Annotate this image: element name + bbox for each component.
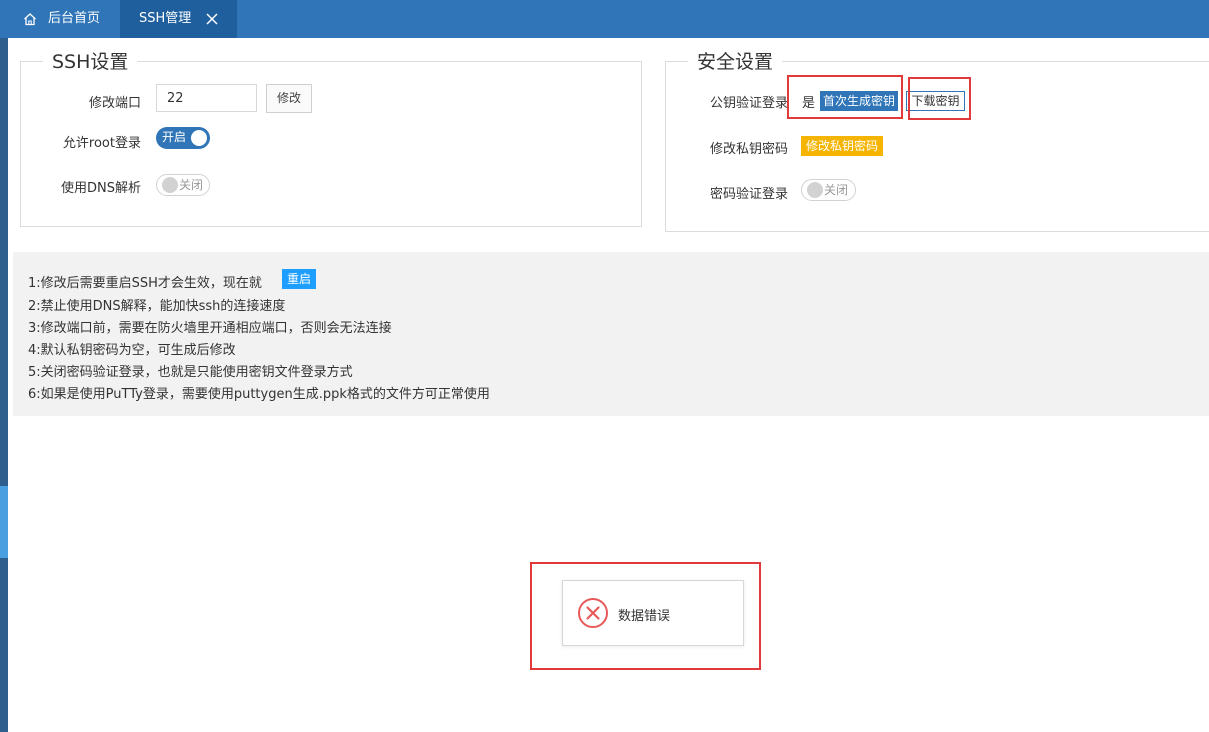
sidebar-edge-highlight <box>0 486 8 558</box>
note-line-5: 5:关闭密码验证登录，也就是只能使用密钥文件登录方式 <box>28 365 353 380</box>
error-toast: 数据错误 <box>562 580 744 646</box>
notes-panel: 1:修改后需要重启SSH才会生效，现在就 重启 2:禁止使用DNS解释，能加快s… <box>13 252 1209 416</box>
highlight-generate-key <box>787 75 903 119</box>
port-label: 修改端口 <box>88 96 141 111</box>
note-line-4: 4:默认私钥密码为空，可生成后修改 <box>28 343 236 358</box>
port-input[interactable]: 22 <box>156 84 257 112</box>
root-login-toggle-knob <box>191 130 207 146</box>
pubkey-login-label: 公钥验证登录 <box>709 96 788 111</box>
highlight-download-key <box>908 77 971 120</box>
note-line-3: 3:修改端口前，需要在防火墙里开通相应端口，否则会无法连接 <box>28 321 392 336</box>
password-login-label: 密码验证登录 <box>709 187 788 202</box>
note-line-6: 6:如果是使用PuTTy登录，需要使用puttygen生成.ppk格式的文件方可… <box>28 387 490 402</box>
security-settings-title: 安全设置 <box>688 49 783 75</box>
root-login-toggle[interactable]: 开启 <box>156 127 210 149</box>
tab-ssh-management[interactable]: SSH管理 <box>120 0 237 38</box>
dns-toggle-text: 关闭 <box>179 178 204 192</box>
ssh-settings-panel: SSH设置 修改端口 22 修改 允许root登录 开启 使用DNS解析 关闭 <box>20 49 642 227</box>
error-circle-icon <box>578 598 608 628</box>
port-modify-button[interactable]: 修改 <box>266 84 312 113</box>
sidebar-edge <box>0 38 8 732</box>
error-toast-message: 数据错误 <box>618 609 671 624</box>
root-login-label: 允许root登录 <box>62 136 141 151</box>
dns-toggle[interactable]: 关闭 <box>156 174 210 196</box>
note-line-1: 1:修改后需要重启SSH才会生效，现在就 <box>28 272 262 291</box>
tab-home-label: 后台首页 <box>48 11 101 26</box>
close-icon[interactable] <box>206 13 218 25</box>
ssh-settings-title: SSH设置 <box>43 49 138 75</box>
tab-home[interactable]: 后台首页 <box>10 0 120 38</box>
password-login-toggle-knob <box>807 182 823 198</box>
top-tab-bar: 后台首页 SSH管理 <box>0 0 1209 38</box>
modify-private-key-button[interactable]: 修改私钥密码 <box>801 136 883 156</box>
password-login-toggle[interactable]: 关闭 <box>801 179 856 201</box>
password-login-toggle-text: 关闭 <box>824 183 849 197</box>
dns-label: 使用DNS解析 <box>61 181 141 196</box>
tab-ssh-label: SSH管理 <box>139 11 192 26</box>
home-icon <box>24 13 36 26</box>
note-line-1-text: 1:修改后需要重启SSH才会生效，现在就 <box>28 276 262 291</box>
dns-toggle-knob <box>162 177 178 193</box>
note-line-2: 2:禁止使用DNS解释，能加快ssh的连接速度 <box>28 299 286 314</box>
private-key-password-label: 修改私钥密码 <box>709 142 788 157</box>
restart-button[interactable]: 重启 <box>282 269 316 289</box>
root-login-toggle-text: 开启 <box>162 130 187 144</box>
